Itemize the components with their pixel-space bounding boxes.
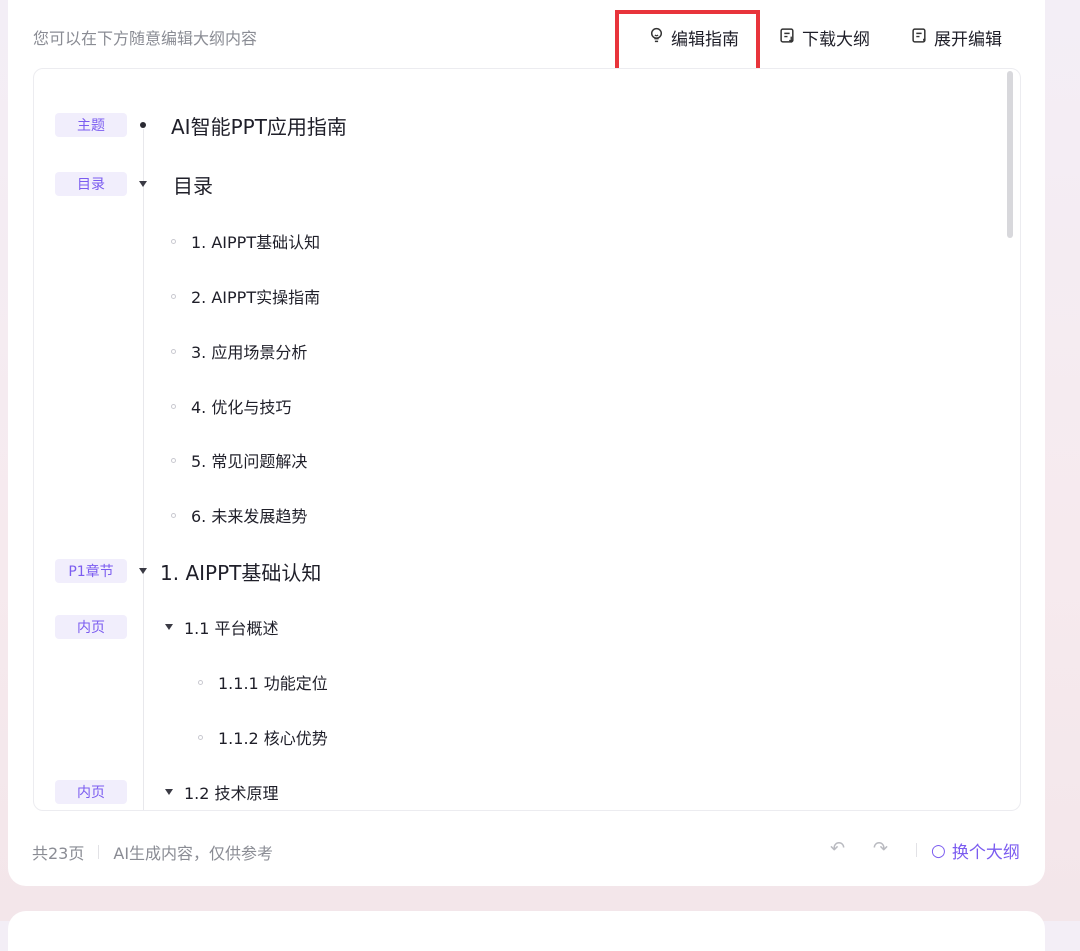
outline-tree-line: [143, 129, 144, 810]
tag-toc: 目录: [55, 172, 127, 196]
list-item[interactable]: 5. 常见问题解决: [171, 449, 307, 471]
next-card: [8, 911, 1045, 951]
list-item[interactable]: 6. 未来发展趋势: [171, 504, 307, 526]
toc-item-1[interactable]: 1. AIPPT基础认知: [191, 229, 320, 253]
circle-bullet-icon: [171, 238, 176, 244]
toc-item-6[interactable]: 6. 未来发展趋势: [191, 503, 307, 527]
toc-item-3[interactable]: 3. 应用场景分析: [191, 339, 307, 363]
toc-title[interactable]: 目录: [173, 170, 213, 199]
outline-footer: 共23页 AI生成内容，仅供参考: [32, 840, 273, 864]
outline-topic-row[interactable]: AI智能PPT应用指南: [140, 111, 347, 140]
redo-icon[interactable]: ↷: [873, 838, 888, 859]
ai-disclaimer: AI生成内容，仅供参考: [113, 844, 274, 863]
outline-editor[interactable]: 主题 AI智能PPT应用指南 目录 目录 1. AIPPT基础认知 2. AIP…: [33, 68, 1021, 811]
edit-hint: 您可以在下方随意编辑大纲内容: [33, 29, 258, 48]
regenerate-outline-label: 换个大纲: [951, 843, 1020, 863]
outline-card: 您可以在下方随意编辑大纲内容 编辑指南 下载大纲 展开编辑 主题 AI智能PPT…: [8, 0, 1045, 886]
list-item[interactable]: 1.1.2 核心优势: [198, 726, 328, 748]
footer-divider: [916, 843, 917, 857]
scrollbar-thumb[interactable]: [1007, 71, 1013, 238]
chapter-title[interactable]: 1. AIPPT基础认知: [160, 557, 321, 586]
page-count: 共23页: [32, 844, 85, 863]
subsection-title[interactable]: 1.1.1 功能定位: [218, 670, 328, 694]
regenerate-outline-button[interactable]: ○ 换个大纲: [931, 838, 1020, 864]
circle-bullet-icon: [198, 679, 203, 685]
outline-section-row[interactable]: 1.2 技术原理: [165, 780, 279, 804]
circle-bullet-icon: [171, 457, 176, 463]
list-item[interactable]: 1. AIPPT基础认知: [171, 230, 320, 252]
outline-chapter-row[interactable]: 1. AIPPT基础认知: [139, 557, 321, 586]
list-item[interactable]: 1.1.1 功能定位: [198, 671, 328, 693]
tag-inner-page: 内页: [55, 780, 127, 804]
collapse-caret-icon[interactable]: [139, 568, 147, 574]
list-item[interactable]: 3. 应用场景分析: [171, 340, 307, 362]
expand-edit-icon: [911, 27, 928, 49]
outline-toc-row[interactable]: 目录: [139, 170, 213, 199]
refresh-icon: ○: [931, 840, 946, 861]
expand-edit-label: 展开编辑: [934, 30, 1002, 50]
circle-bullet-icon: [198, 734, 203, 740]
toc-item-5[interactable]: 5. 常见问题解决: [191, 448, 307, 472]
highlight-box: [615, 10, 760, 73]
tag-chapter: P1章节: [55, 559, 127, 583]
bullet-icon: [140, 122, 146, 128]
circle-bullet-icon: [171, 403, 176, 409]
topic-title[interactable]: AI智能PPT应用指南: [171, 111, 347, 140]
section-title[interactable]: 1.1 平台概述: [184, 615, 279, 639]
toc-item-4[interactable]: 4. 优化与技巧: [191, 394, 291, 418]
expand-edit-button[interactable]: 展开编辑: [911, 25, 1002, 50]
footer-divider: [98, 845, 100, 859]
list-item[interactable]: 2. AIPPT实操指南: [171, 285, 320, 307]
download-outline-button[interactable]: 下载大纲: [779, 25, 870, 50]
collapse-caret-icon[interactable]: [139, 181, 147, 187]
toc-item-2[interactable]: 2. AIPPT实操指南: [191, 284, 320, 308]
tag-topic: 主题: [55, 113, 127, 137]
circle-bullet-icon: [171, 293, 176, 299]
list-item[interactable]: 4. 优化与技巧: [171, 395, 291, 417]
undo-icon[interactable]: ↶: [830, 838, 845, 859]
download-outline-label: 下载大纲: [802, 30, 870, 50]
circle-bullet-icon: [171, 512, 176, 518]
collapse-caret-icon[interactable]: [165, 789, 173, 795]
circle-bullet-icon: [171, 348, 176, 354]
subsection-title[interactable]: 1.1.2 核心优势: [218, 725, 328, 749]
outline-section-row[interactable]: 1.1 平台概述: [165, 615, 279, 639]
tag-inner-page: 内页: [55, 615, 127, 639]
collapse-caret-icon[interactable]: [165, 624, 173, 630]
download-doc-icon: [779, 27, 796, 49]
section-title[interactable]: 1.2 技术原理: [184, 780, 279, 804]
